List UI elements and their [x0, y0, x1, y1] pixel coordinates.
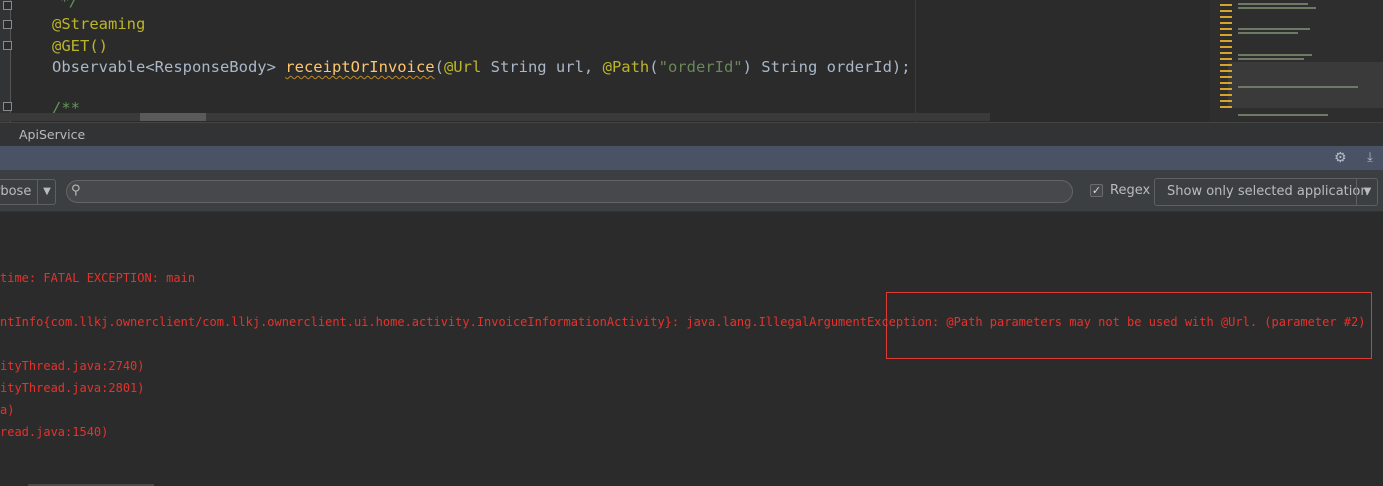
minimap-marker [1220, 94, 1232, 96]
fold-marker-icon[interactable] [3, 102, 12, 111]
minimap-marker [1220, 64, 1232, 66]
breadcrumb: ApiService [0, 122, 1383, 146]
minimap-marker [1220, 40, 1232, 42]
code-line-method: Observable<ResponseBody> receiptOrInvoic… [52, 58, 911, 76]
minimap-marker [1220, 70, 1232, 72]
log-line[interactable]: read.java:1540) [0, 425, 108, 439]
search-input[interactable] [66, 180, 1073, 203]
minimap-marker [1220, 10, 1232, 12]
horizontal-scrollbar-thumb[interactable] [140, 113, 206, 121]
gear-icon[interactable]: ⚙ [1334, 149, 1354, 167]
paren-open: ( [434, 58, 444, 76]
fold-marker-icon[interactable] [3, 41, 12, 50]
minimap-marker [1220, 106, 1232, 108]
method-name[interactable]: receiptOrInvoice [285, 58, 434, 76]
regex-checkbox[interactable]: ✓ [1090, 184, 1103, 197]
log-level-value: rbose [0, 184, 32, 199]
error-highlight-box [886, 292, 1372, 359]
minimap-marker [1220, 58, 1232, 60]
minimap-line [1238, 32, 1298, 34]
param-url: String url, [481, 58, 603, 76]
minimap-marker [1220, 28, 1232, 30]
minimap-viewport[interactable] [1228, 62, 1383, 108]
code-line-streaming: @Streaming [52, 15, 146, 33]
hide-icon[interactable]: ⤓ [1361, 149, 1379, 167]
minimap-line [1238, 54, 1312, 56]
minimap-line [1238, 114, 1328, 116]
minimap-marker [1220, 52, 1232, 54]
minimap-line [1238, 58, 1304, 60]
minimap-line [1238, 28, 1310, 30]
minimap-marker [1220, 22, 1232, 24]
minimap-line [1238, 3, 1308, 5]
search-icon[interactable]: ⚲ [71, 182, 91, 200]
annotation-path: @Path [602, 58, 650, 76]
log-line[interactable]: a) [0, 403, 14, 417]
right-margin-guide [915, 0, 916, 122]
fold-marker-icon[interactable] [3, 1, 12, 10]
minimap-marker [1220, 100, 1232, 102]
chevron-down-icon[interactable]: ▼ [1356, 178, 1378, 206]
chevron-down-icon[interactable]: ▼ [37, 179, 56, 205]
fold-marker-icon[interactable] [3, 20, 12, 29]
code-line-comment-end: */ [60, 0, 79, 10]
minimap-marker [1220, 76, 1232, 78]
method-return-type: Observable<ResponseBody> [52, 58, 286, 76]
path-paren-open: ( [649, 58, 659, 76]
logcat-tool-header [0, 146, 1383, 170]
regex-label[interactable]: Regex [1110, 183, 1150, 198]
log-line[interactable]: ityThread.java:2740) [0, 359, 145, 373]
log-line[interactable]: ityThread.java:2801) [0, 381, 145, 395]
minimap-marker [1220, 82, 1232, 84]
minimap-line [1238, 86, 1358, 88]
breadcrumb-file[interactable]: ApiService [19, 127, 85, 142]
path-rest: ) String orderId); [742, 58, 911, 76]
log-line[interactable]: time: FATAL EXCEPTION: main [0, 271, 195, 285]
minimap-marker [1220, 46, 1232, 48]
minimap-marker [1220, 34, 1232, 36]
app-filter-value: Show only selected application [1167, 184, 1369, 199]
annotation-url: @Url [443, 58, 482, 76]
minimap-line [1238, 7, 1316, 9]
minimap-marker [1220, 16, 1232, 18]
minimap-marker [1220, 4, 1232, 6]
code-line-get: @GET() [52, 37, 108, 55]
path-string-value: "orderId" [658, 58, 743, 76]
minimap-marker [1220, 88, 1232, 90]
code-editor[interactable]: */ @Streaming @GET() Observable<Response… [0, 0, 1383, 122]
